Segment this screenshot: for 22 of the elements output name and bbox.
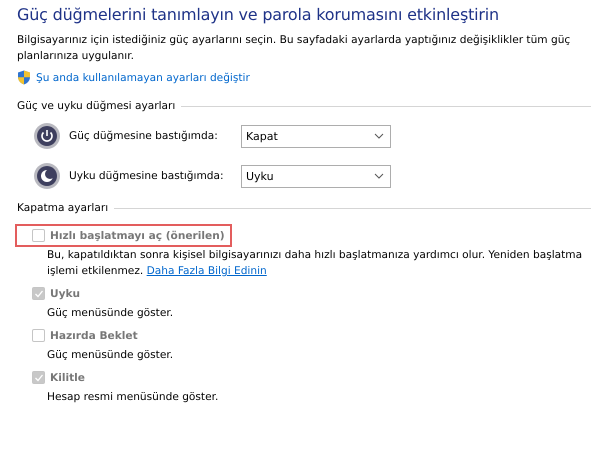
- dropdown[interactable]: Uyku: [241, 164, 391, 188]
- power-icon: [33, 122, 61, 150]
- intro-text: Bilgisayarınız için istediğiniz güç ayarlarını seçin. Bu sayfadaki ayarlarda yaptığınız değişiklikler tüm güç planlarınıza uygulanır.: [17, 33, 572, 64]
- checkbox-label: Uyku: [50, 288, 80, 300]
- caret-icon: [374, 133, 384, 139]
- setting-label: Uyku düğmesine bastığımda:: [69, 170, 225, 182]
- dropdown[interactable]: Kapat: [241, 124, 391, 148]
- section-heading: Güç ve uyku düğmesi ayarları: [17, 100, 176, 112]
- checkbox-label: Hızlı başlatmayı aç (önerilen): [50, 230, 225, 242]
- admin-settings-link[interactable]: Şu anda kullanılamayan ayarları değiştir: [36, 72, 250, 84]
- page-title: Güç düğmelerini tanımlayın ve parola korumasını etkinleştirin: [17, 5, 500, 24]
- setting-label: Güç düğmesine bastığımda:: [69, 130, 219, 142]
- moon-icon: [33, 162, 61, 190]
- option-description: Güç menüsünde göster.: [47, 306, 174, 321]
- section-heading: Kapatma ayarları: [17, 202, 108, 214]
- option-description: Bu, kapatıldıktan sonra kişisel bilgisayarınızı daha hızlı başlatmanıza yardımcı olur. Yeniden başlatma işlemi etkilenmez. Daha Fazla Bilgi Edinin: [47, 248, 584, 279]
- caret-icon: [374, 173, 384, 179]
- checkbox-label: Kilitle: [50, 372, 85, 384]
- option-description: Güç menüsünde göster.: [47, 348, 174, 363]
- shield-icon: [17, 70, 31, 85]
- option-description: Hesap resmi menüsünde göster.: [47, 390, 220, 405]
- checkbox-label: Hazırda Beklet: [50, 330, 138, 342]
